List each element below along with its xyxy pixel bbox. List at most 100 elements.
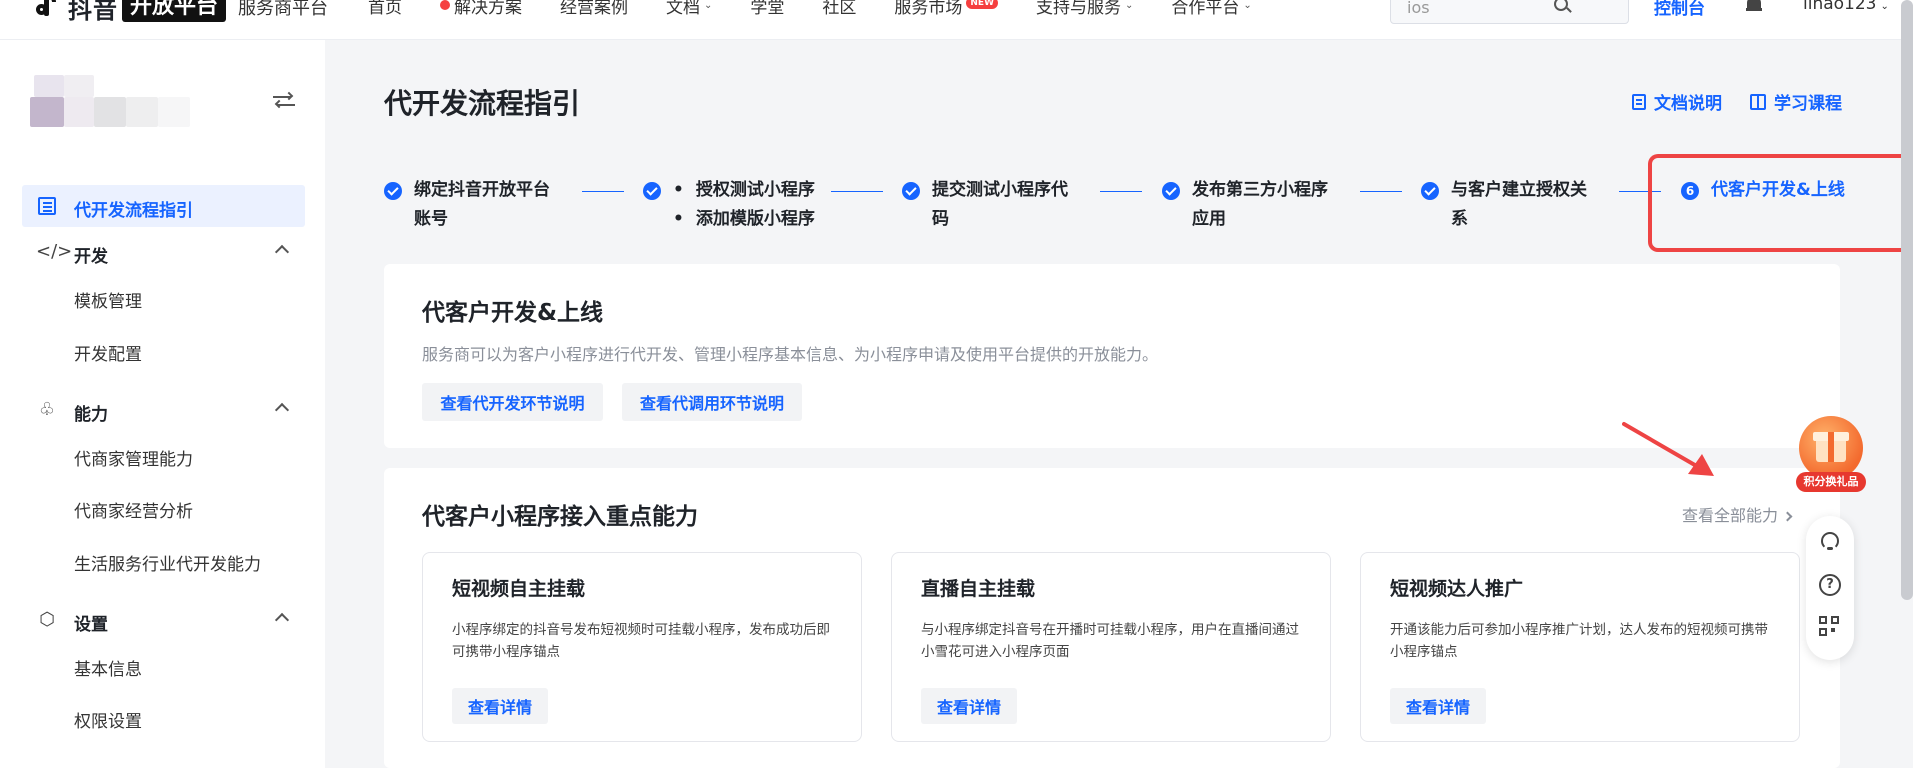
- intro-card-title: 代客户开发&上线: [422, 300, 604, 326]
- sidebar: 代开发流程指引 </> 开发 模板管理 开发配置 ♧ 能力 代商家管理能力 代商…: [0, 40, 325, 768]
- intro-card-desc: 服务商可以为客户小程序进行代开发、管理小程序基本信息、为小程序申请及使用平台提供…: [422, 345, 1159, 364]
- sidebar-item-permissions[interactable]: 权限设置: [74, 707, 142, 732]
- chevron-right-icon: [1782, 511, 1793, 522]
- nav-item-partners[interactable]: 合作平台 ⌄: [1171, 0, 1251, 18]
- check-circle-icon: [384, 182, 402, 200]
- logo-subtitle: 服务商平台: [238, 0, 329, 19]
- step-3[interactable]: 提交测试小程序代码: [902, 180, 1068, 234]
- doc-link-label: 文档说明: [1654, 94, 1722, 114]
- search-input[interactable]: [1391, 0, 1571, 21]
- feature-card[interactable]: 短视频达人推广 开通该能力后可参加小程序推广计划，达人发布的短视频可携带小程序锚…: [1360, 552, 1800, 742]
- chevron-down-icon: ⌄: [1880, 1, 1889, 12]
- logo[interactable]: 抖音 开放平台 服务商平台: [36, 0, 329, 24]
- feature-desc: 与小程序绑定抖音号在开播时可挂载小程序，用户在直播间通过小雪花可进入小程序页面: [921, 622, 1299, 660]
- doc-link[interactable]: 文档说明: [1632, 89, 1722, 114]
- ability-icon: ♧: [38, 399, 56, 420]
- sidebar-item-merchant-mgmt[interactable]: 代商家管理能力: [74, 445, 193, 470]
- user-menu[interactable]: lihao123 ⌄: [1803, 0, 1889, 14]
- step-connector: [1360, 191, 1402, 192]
- logo-badge: 开放平台: [122, 0, 227, 22]
- settings-icon: ⬡: [39, 609, 55, 630]
- help-icon[interactable]: ?: [1819, 574, 1841, 596]
- code-icon: </>: [36, 241, 73, 262]
- step-label: 授权测试小程序添加模版小程序: [673, 176, 815, 234]
- sidebar-item-life-service[interactable]: 生活服务行业代开发能力: [74, 550, 261, 575]
- sidebar-item-basic-info[interactable]: 基本信息: [74, 655, 142, 680]
- check-circle-icon: [643, 182, 661, 200]
- step-5[interactable]: 与客户建立授权关系: [1421, 180, 1587, 234]
- chevron-up-icon: [274, 612, 290, 628]
- chevron-down-icon: ⌄: [704, 0, 713, 11]
- sidebar-group-ability[interactable]: ♧ 能力: [22, 390, 305, 430]
- course-link[interactable]: 学习课程: [1750, 89, 1842, 114]
- sidebar-item-dev-guide[interactable]: 代开发流程指引: [22, 185, 305, 227]
- account-avatar: [30, 75, 200, 135]
- view-all-label: 查看全部能力: [1682, 506, 1779, 525]
- nav-item-docs[interactable]: 文档 ⌄: [666, 0, 713, 18]
- nav-item-solutions[interactable]: 解决方案: [440, 0, 522, 18]
- sidebar-item-template-mgmt[interactable]: 模板管理: [74, 287, 142, 312]
- feature-card[interactable]: 短视频自主挂载 小程序绑定的抖音号发布短视频时可挂载小程序，发布成功后即可携带小…: [422, 552, 862, 742]
- feature-detail-button[interactable]: 查看详情: [452, 688, 548, 724]
- book-icon: [1750, 93, 1766, 110]
- qr-code-icon[interactable]: [1819, 616, 1841, 638]
- nav-label: 支持与服务: [1036, 0, 1121, 18]
- page-title: 代开发流程指引: [384, 87, 581, 120]
- step-2[interactable]: 授权测试小程序添加模版小程序: [643, 180, 815, 234]
- nav-menu: 首页 解决方案 经营案例 文档 ⌄ 学堂 社区 服务市场 NEW 支持与服务 ⌄ 合作…: [368, 0, 1290, 18]
- chevron-down-icon: ⌄: [1125, 0, 1134, 11]
- check-circle-icon: [902, 182, 920, 200]
- group-label: 能力: [74, 405, 108, 425]
- gift-widget[interactable]: 积分换礼品: [1796, 416, 1866, 496]
- feature-detail-button[interactable]: 查看详情: [1390, 688, 1486, 724]
- document-icon: [1632, 93, 1646, 110]
- highlight-box: [1648, 154, 1913, 252]
- scrollbar[interactable]: [1901, 0, 1913, 600]
- step-1[interactable]: 绑定抖音开放平台 账号: [384, 180, 550, 234]
- sidebar-group-dev[interactable]: </> 开发: [22, 232, 305, 272]
- nav-label: 社区: [822, 0, 857, 18]
- nav-item-support[interactable]: 支持与服务 ⌄: [1036, 0, 1134, 18]
- view-all-link[interactable]: 查看全部能力: [1682, 502, 1793, 526]
- nav-label: 合作平台: [1171, 0, 1240, 18]
- chevron-up-icon: [274, 244, 290, 260]
- step-label: 提交测试小程序代码: [932, 180, 1068, 229]
- nav-label: 经营案例: [560, 0, 628, 18]
- sidebar-item-merchant-analytics[interactable]: 代商家经营分析: [74, 497, 193, 522]
- feature-card[interactable]: 直播自主挂载 与小程序绑定抖音号在开播时可挂载小程序，用户在直播间通过小雪花可进…: [891, 552, 1331, 742]
- group-label: 设置: [74, 615, 108, 635]
- search-box: [1390, 0, 1629, 24]
- nav-item-academy[interactable]: 学堂: [750, 0, 785, 18]
- nav-item-home[interactable]: 首页: [368, 0, 402, 18]
- tiktok-logo-icon: [36, 0, 62, 20]
- dev-process-button[interactable]: 查看代开发环节说明: [422, 383, 603, 421]
- group-label: 开发: [74, 247, 108, 267]
- step-connector: [582, 191, 624, 192]
- check-circle-icon: [1421, 182, 1439, 200]
- nav-item-cases[interactable]: 经营案例: [560, 0, 628, 18]
- customer-service-icon[interactable]: [1819, 530, 1841, 552]
- step-label: 发布第三方小程序 应用: [1192, 180, 1328, 229]
- top-nav: 抖音 开放平台 服务商平台 首页 解决方案 经营案例 文档 ⌄ 学堂 社区 服务市…: [0, 0, 1913, 40]
- console-link[interactable]: 控制台: [1654, 0, 1705, 19]
- nav-item-market[interactable]: 服务市场 NEW: [894, 0, 998, 18]
- step-label: 绑定抖音开放平台 账号: [414, 180, 550, 229]
- bell-icon[interactable]: [1746, 0, 1762, 14]
- guide-list-icon: [38, 197, 56, 215]
- feature-detail-button[interactable]: 查看详情: [921, 688, 1017, 724]
- logo-text: 抖音: [68, 0, 118, 24]
- floating-toolbar: ?: [1806, 516, 1854, 660]
- nav-label: 文档: [666, 0, 700, 18]
- sidebar-group-settings[interactable]: ⬡ 设置: [22, 600, 305, 640]
- collapse-sidebar-icon[interactable]: [273, 91, 295, 109]
- feature-title: 短视频达人推广: [1390, 578, 1524, 600]
- nav-item-community[interactable]: 社区: [822, 0, 857, 18]
- feature-desc: 小程序绑定的抖音号发布短视频时可挂载小程序，发布成功后即可携带小程序锚点: [452, 622, 830, 660]
- course-link-label: 学习课程: [1774, 94, 1842, 114]
- call-process-button[interactable]: 查看代调用环节说明: [622, 383, 802, 421]
- feature-title: 短视频自主挂载: [452, 578, 586, 600]
- step-connector: [831, 191, 883, 192]
- nav-label: 学堂: [750, 0, 785, 18]
- step-4[interactable]: 发布第三方小程序 应用: [1162, 180, 1328, 234]
- sidebar-item-dev-config[interactable]: 开发配置: [74, 340, 142, 365]
